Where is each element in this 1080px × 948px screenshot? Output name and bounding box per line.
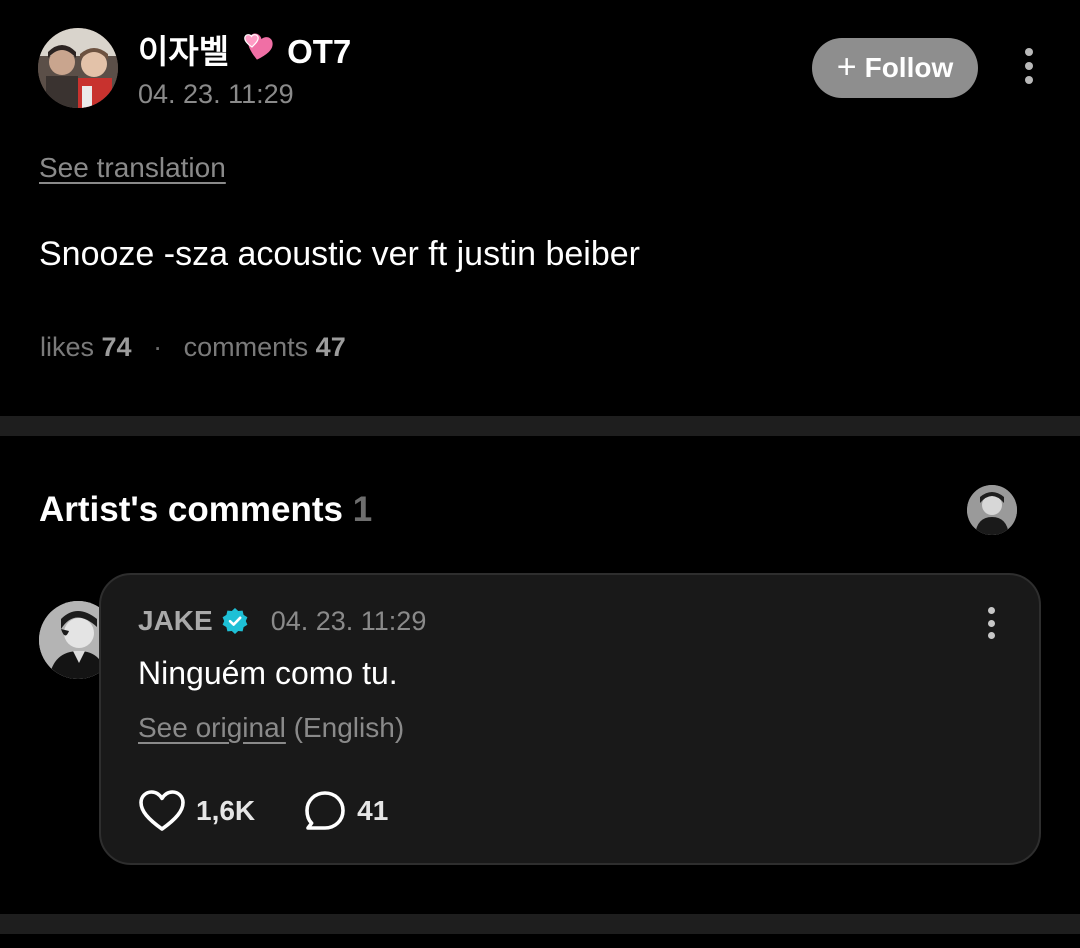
post-date: 04. 23. 11:29 (138, 79, 294, 109)
see-translation-link[interactable]: See translation (39, 152, 226, 184)
comment-author-name[interactable]: JAKE (138, 605, 213, 637)
likes-label: likes (40, 332, 95, 362)
section-divider (0, 416, 1080, 436)
comment-more-options-icon[interactable] (981, 607, 1001, 639)
heart-icon (138, 789, 186, 833)
comment-date: 04. 23. 11:29 (270, 605, 427, 636)
like-button[interactable]: 1,6K (138, 789, 255, 833)
post-more-options-icon[interactable] (1019, 46, 1039, 86)
comment-bubble-icon (303, 789, 347, 833)
likes-count[interactable]: 74 (102, 332, 132, 362)
artist-filter-avatar[interactable] (967, 485, 1017, 535)
comment-header: JAKE 04. 23. 11:29 (138, 605, 426, 637)
post-text: Snooze -sza acoustic ver ft justin beibe… (39, 235, 640, 273)
see-original-line: See original (English) (138, 712, 404, 744)
author-avatar-image (38, 28, 118, 108)
author-name-text: 이자벨 (138, 32, 230, 70)
comments-label: comments (183, 332, 309, 362)
section-divider-bottom (0, 914, 1080, 934)
follow-button[interactable]: + Follow (812, 38, 978, 98)
artist-comments-count: 1 (352, 490, 373, 529)
author-avatar[interactable] (38, 28, 118, 108)
artist-comment-card: JAKE 04. 23. 11:29 Ninguém como tu. See … (99, 573, 1041, 865)
author-name[interactable]: 이자벨 OT7 (138, 30, 351, 73)
post-header: 이자벨 OT7 04. 23. 11:29 + Follow (38, 28, 1042, 111)
verified-badge-icon (221, 607, 249, 635)
original-language: (English) (293, 712, 405, 743)
artist-filter-avatar-image (967, 485, 1017, 535)
like-count: 1,6K (196, 795, 256, 826)
stats-separator: · (153, 332, 163, 362)
post-stats: likes 74 · comments 47 (40, 332, 346, 363)
follow-label: Follow (864, 52, 954, 83)
comment-text: Ninguém como tu. (138, 655, 398, 691)
reply-count: 41 (357, 795, 389, 826)
see-original-link[interactable]: See original (138, 712, 286, 743)
comments-count[interactable]: 47 (316, 332, 346, 362)
artist-comments-title: Artist's comments 1 (39, 488, 372, 532)
comment-actions: 1,6K 41 (138, 789, 388, 833)
two-hearts-icon (241, 30, 279, 73)
artist-comments-title-text: Artist's comments (39, 490, 343, 529)
reply-button[interactable]: 41 (303, 789, 388, 833)
plus-icon: + (836, 47, 857, 86)
author-name-suffix: OT7 (287, 32, 352, 70)
author-block: 이자벨 OT7 04. 23. 11:29 (138, 30, 351, 111)
